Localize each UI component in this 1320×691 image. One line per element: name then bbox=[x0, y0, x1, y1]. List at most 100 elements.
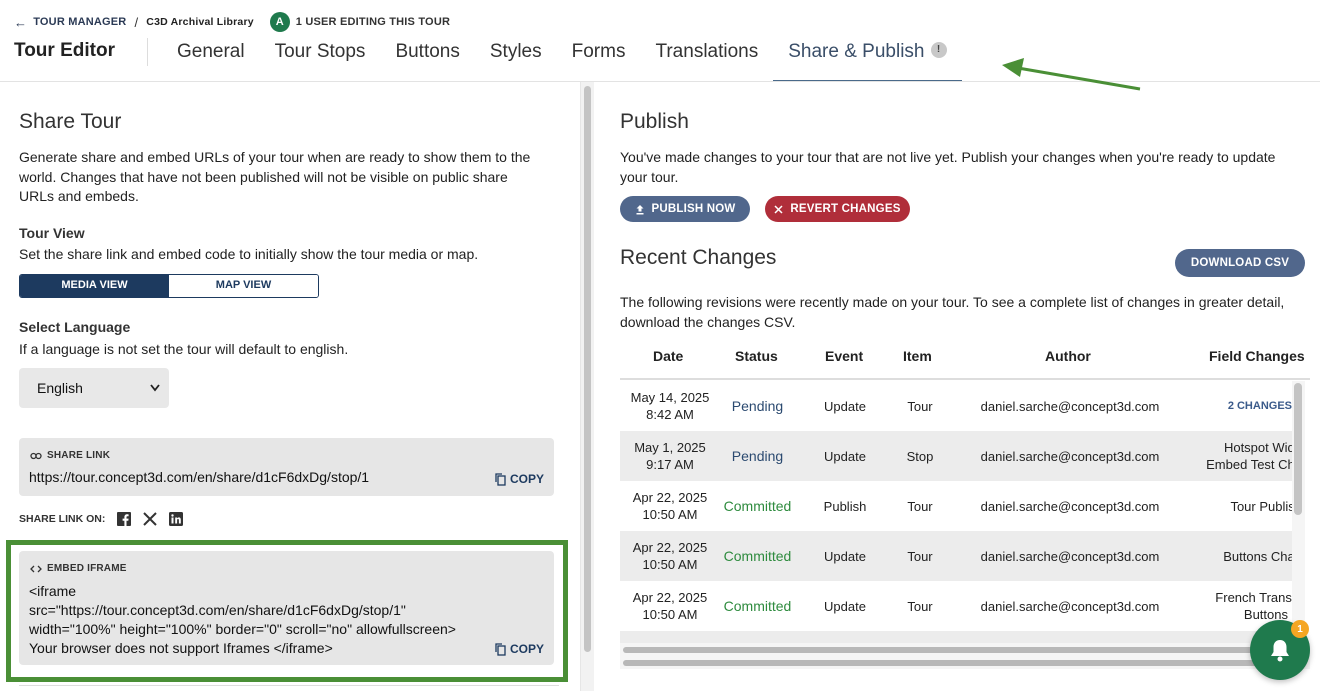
language-description: If a language is not set the tour will d… bbox=[19, 341, 349, 357]
tab-forms[interactable]: Forms bbox=[557, 36, 641, 82]
embed-iframe-header: EMBED IFRAME bbox=[30, 563, 127, 574]
download-csv-label: DOWNLOAD CSV bbox=[1190, 257, 1290, 269]
column-header-author: Author bbox=[1045, 348, 1091, 364]
map-view-button[interactable]: MAP VIEW bbox=[169, 275, 318, 297]
close-icon bbox=[774, 204, 783, 214]
share-link-box: SHARE LINK https://tour.concept3d.com/en… bbox=[19, 438, 554, 496]
publish-title: Publish bbox=[620, 110, 689, 133]
table-row[interactable]: May 1, 2025 9:17 AM Pending Update Stop d… bbox=[620, 431, 1292, 481]
scrollbar-thumb[interactable] bbox=[1294, 383, 1302, 515]
cell-item: Tour bbox=[907, 498, 933, 514]
table-row[interactable]: Apr 22, 2025 10:50 AM Committed Publish T… bbox=[620, 481, 1292, 531]
table-horizontal-scrollbar[interactable] bbox=[620, 643, 1310, 669]
tab-label: Share & Publish bbox=[788, 41, 925, 62]
time-text: 8:42 AM bbox=[646, 407, 694, 422]
header-divider bbox=[147, 38, 148, 66]
table-row[interactable]: Apr 22, 2025 10:50 AM Committed Update To… bbox=[620, 581, 1292, 631]
copy-label: COPY bbox=[509, 472, 544, 486]
tab-label: Translations bbox=[655, 41, 759, 62]
scrollbar-thumb[interactable] bbox=[584, 86, 591, 652]
scrollbar-thumb[interactable] bbox=[623, 647, 1300, 653]
tab-tour-stops[interactable]: Tour Stops bbox=[260, 36, 381, 82]
breadcrumb-library[interactable]: C3D Archival Library bbox=[146, 16, 253, 28]
changes-table-header: Date Status Event Item Author Field Chan… bbox=[620, 344, 1310, 380]
date-text: Apr 22, 2025 bbox=[632, 590, 708, 605]
copy-label: COPY bbox=[509, 642, 544, 656]
field-changes-link[interactable]: 2 CHANGES bbox=[1190, 381, 1292, 431]
column-header-event: Event bbox=[825, 348, 864, 364]
breadcrumb-separator: / bbox=[134, 14, 139, 30]
date-text: Apr 22, 2025 bbox=[632, 540, 708, 555]
cell-item: Tour bbox=[907, 398, 933, 414]
cell-event: Update bbox=[824, 598, 866, 614]
cell-event: Update bbox=[824, 448, 866, 464]
tour-view-label: Tour View bbox=[19, 225, 85, 241]
share-tour-description: Generate share and embed URLs of your to… bbox=[19, 149, 531, 204]
table-row[interactable] bbox=[620, 631, 1292, 643]
table-vertical-scrollbar[interactable] bbox=[1292, 381, 1305, 643]
media-view-button[interactable]: MEDIA VIEW bbox=[20, 275, 169, 297]
tab-general[interactable]: General bbox=[162, 36, 260, 82]
scrollbar-thumb[interactable] bbox=[623, 660, 1300, 666]
column-header-status: Status bbox=[735, 348, 778, 364]
tab-label: Buttons bbox=[395, 41, 460, 62]
cell-author: daniel.sarche@concept3d.com bbox=[980, 448, 1160, 464]
cell-date: May 1, 2025 9:17 AM bbox=[620, 431, 720, 481]
facebook-icon[interactable] bbox=[117, 512, 132, 526]
linkedin-icon[interactable] bbox=[169, 512, 184, 526]
warning-badge: ! bbox=[930, 41, 947, 58]
recent-changes-description: The following revisions were recently ma… bbox=[620, 294, 1285, 330]
panel-divider bbox=[19, 685, 559, 686]
arrow-left-icon[interactable]: ← bbox=[14, 15, 27, 30]
time-text: 10:50 AM bbox=[642, 607, 698, 622]
recent-changes-title: Recent Changes bbox=[620, 246, 777, 269]
share-link-label: SHARE LINK bbox=[47, 450, 111, 461]
language-label: Select Language bbox=[19, 319, 131, 335]
download-csv-button[interactable]: DOWNLOAD CSV bbox=[1175, 249, 1305, 277]
tab-styles[interactable]: Styles bbox=[475, 36, 557, 82]
cell-item: Tour bbox=[907, 598, 933, 614]
column-header-field-changes: Field Changes bbox=[1209, 348, 1305, 364]
tour-view-toggle: MEDIA VIEW MAP VIEW bbox=[19, 274, 319, 298]
tab-share-publish[interactable]: Share & Publish! bbox=[773, 36, 962, 82]
copy-embed-button[interactable]: COPY bbox=[495, 642, 544, 656]
date-text: Apr 22, 2025 bbox=[632, 490, 708, 505]
breadcrumb-tour-manager[interactable]: TOUR MANAGER bbox=[33, 16, 126, 28]
code-icon bbox=[30, 565, 42, 572]
publish-now-label: PUBLISH NOW bbox=[651, 203, 736, 215]
breadcrumb: ← TOUR MANAGER / C3D Archival Library A … bbox=[14, 12, 451, 32]
tab-buttons[interactable]: Buttons bbox=[380, 36, 474, 82]
embed-code[interactable]: <iframe src="https://tour.concept3d.com/… bbox=[29, 582, 456, 658]
field-changes-text: 2 CHANGES bbox=[1227, 399, 1292, 412]
field-changes-text: French Transla bbox=[1215, 590, 1292, 605]
table-row[interactable]: May 14, 2025 8:42 AM Pending Update Tour … bbox=[620, 381, 1292, 431]
page-title: Tour Editor bbox=[14, 40, 115, 61]
revert-changes-button[interactable]: REVERT CHANGES bbox=[765, 196, 910, 222]
cell-date: Apr 22, 2025 10:50 AM bbox=[620, 481, 720, 531]
time-text: 9:17 AM bbox=[646, 457, 694, 472]
column-header-item: Item bbox=[903, 348, 932, 364]
x-twitter-icon[interactable] bbox=[143, 512, 158, 526]
cell-field-changes: Buttons Chan bbox=[1223, 548, 1292, 564]
time-text: 10:50 AM bbox=[642, 507, 698, 522]
link-icon bbox=[30, 452, 42, 459]
publish-now-button[interactable]: PUBLISH NOW bbox=[620, 196, 750, 222]
table-row[interactable]: Apr 22, 2025 10:50 AM Committed Update To… bbox=[620, 531, 1292, 581]
cell-item: Stop bbox=[906, 448, 934, 464]
cell-status: Committed bbox=[723, 597, 792, 614]
cell-field-changes: Tour Publish bbox=[1230, 498, 1292, 514]
tab-label: Tour Stops bbox=[274, 41, 366, 62]
share-link-on: SHARE LINK ON: bbox=[19, 512, 184, 526]
publish-description: You've made changes to your tour that ar… bbox=[620, 149, 1276, 185]
bell-icon bbox=[1271, 640, 1289, 662]
language-select[interactable]: English bbox=[19, 368, 169, 408]
copy-share-link-button[interactable]: COPY bbox=[495, 472, 544, 486]
share-link-url[interactable]: https://tour.concept3d.com/en/share/d1cF… bbox=[29, 469, 369, 485]
editing-text: 1 USER EDITING THIS TOUR bbox=[295, 16, 451, 28]
left-panel-scrollbar[interactable] bbox=[580, 82, 594, 691]
cell-event: Update bbox=[824, 548, 866, 564]
cell-status: Committed bbox=[723, 547, 792, 564]
tab-translations[interactable]: Translations bbox=[640, 36, 773, 82]
cell-date: Apr 22, 2025 10:50 AM bbox=[620, 531, 720, 581]
cell-author: daniel.sarche@concept3d.com bbox=[980, 598, 1160, 614]
